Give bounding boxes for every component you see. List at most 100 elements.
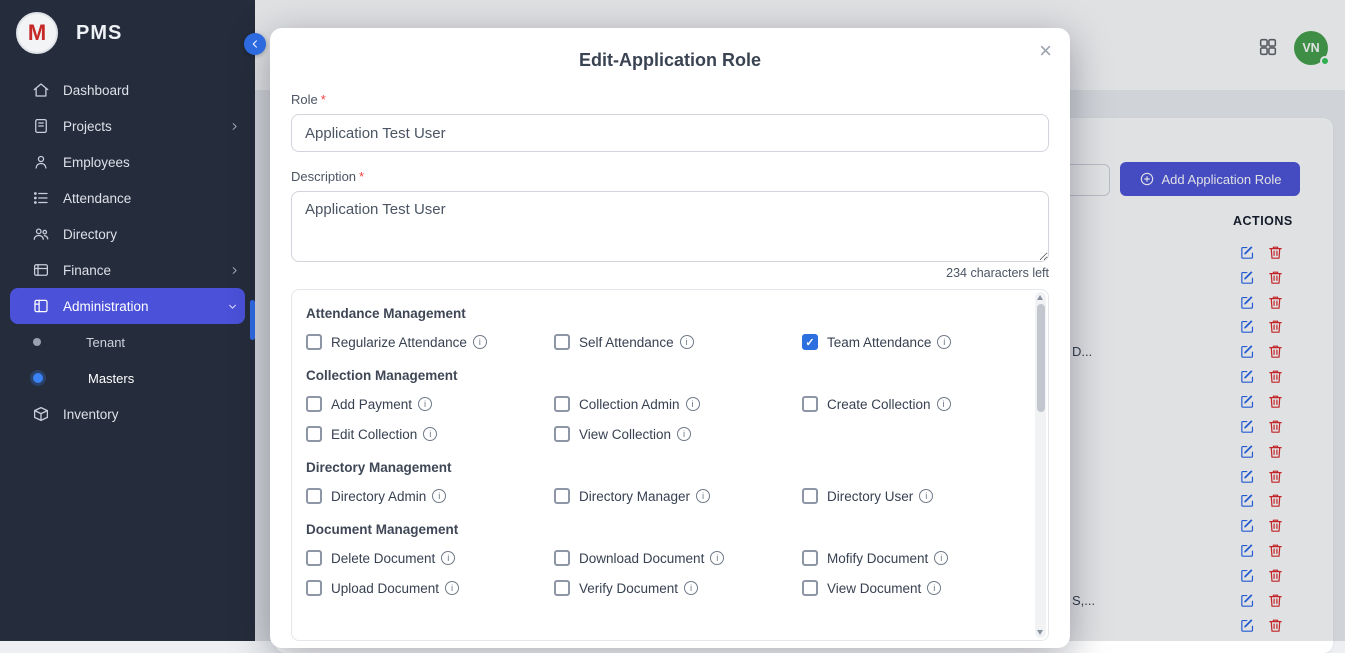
sidebar-item-directory[interactable]: Directory	[0, 216, 255, 252]
permission-item-delete-document[interactable]: Delete Documenti	[306, 550, 554, 566]
permission-label: Add Payment	[331, 397, 412, 412]
permission-group: Document Management Delete DocumentiDownl…	[306, 522, 1018, 596]
info-icon[interactable]: i	[445, 581, 459, 595]
sidebar-item-inventory[interactable]: Inventory	[0, 396, 255, 432]
permission-group: Collection ManagementAdd PaymentiCollect…	[306, 368, 1018, 442]
checkbox-icon[interactable]	[306, 426, 322, 442]
permission-group: Attendance ManagementRegularize Attendan…	[306, 306, 1018, 350]
sidebar-subitem-tenant[interactable]: Tenant	[0, 324, 255, 360]
info-icon[interactable]: i	[696, 489, 710, 503]
info-icon[interactable]: i	[473, 335, 487, 349]
info-icon[interactable]: i	[441, 551, 455, 565]
permission-group: Directory ManagementDirectory AdminiDire…	[306, 460, 1018, 504]
sidebar-item-attendance[interactable]: Attendance	[0, 180, 255, 216]
attendance-icon	[32, 189, 50, 207]
checkbox-icon[interactable]	[802, 580, 818, 596]
sidebar-item-label: Projects	[63, 119, 112, 134]
permission-item-create-collection[interactable]: Create Collectioni	[802, 396, 1049, 412]
info-icon[interactable]: i	[937, 397, 951, 411]
permission-item-regularize-attendance[interactable]: Regularize Attendance i	[306, 334, 554, 350]
scroll-up-arrow-icon[interactable]	[1037, 295, 1043, 300]
checkbox-icon[interactable]	[554, 488, 570, 504]
info-icon[interactable]: i	[684, 581, 698, 595]
sidebar-subitem-label: Tenant	[86, 335, 125, 350]
info-icon[interactable]: i	[677, 427, 691, 441]
sidebar-item-administration[interactable]: Administration	[10, 288, 245, 324]
checkbox-icon[interactable]	[306, 488, 322, 504]
info-icon[interactable]: i	[418, 397, 432, 411]
checkbox-icon[interactable]	[554, 426, 570, 442]
info-icon[interactable]: i	[710, 551, 724, 565]
description-label: Description*	[291, 169, 1049, 184]
permissions-list: Attendance ManagementRegularize Attendan…	[292, 290, 1048, 630]
finance-icon	[32, 261, 50, 279]
sidebar-item-label: Employees	[63, 155, 130, 170]
chevron-right-icon	[228, 120, 241, 133]
permission-item-mofify-document[interactable]: Mofify Documenti	[802, 550, 1049, 566]
app-logo-row: M PMS	[0, 0, 255, 66]
sidebar-collapse-button[interactable]	[244, 33, 266, 55]
checkbox-icon[interactable]	[554, 334, 570, 350]
checkbox-icon[interactable]	[306, 334, 322, 350]
checkbox-icon[interactable]	[554, 396, 570, 412]
sidebar-nav: Dashboard Projects Employees Attendance Dire…	[0, 66, 255, 432]
sidebar-item-finance[interactable]: Finance	[0, 252, 255, 288]
scrollbar-thumb[interactable]	[1037, 304, 1045, 412]
permission-item-add-payment[interactable]: Add Payment i	[306, 396, 554, 412]
sidebar-subitem-masters[interactable]: Masters	[0, 360, 255, 396]
checkbox-icon[interactable]	[802, 488, 818, 504]
role-input[interactable]	[291, 114, 1049, 152]
permission-item-directory-manager[interactable]: Directory Manager i	[554, 488, 802, 504]
sidebar-subitem-label: Masters	[88, 371, 134, 386]
checkbox-icon[interactable]	[554, 580, 570, 596]
app-logo-letter: M	[28, 20, 46, 46]
permission-label: View Document	[827, 581, 921, 596]
permission-item-view-document[interactable]: View Document i	[802, 580, 1049, 596]
permission-item-collection-admin[interactable]: Collection Admini	[554, 396, 802, 412]
info-icon[interactable]: i	[432, 489, 446, 503]
close-icon[interactable]: ×	[1039, 40, 1052, 62]
info-icon[interactable]: i	[686, 397, 700, 411]
description-textarea[interactable]: Application Test User	[291, 191, 1049, 262]
characters-left-counter: 234 characters left	[291, 266, 1049, 280]
checkbox-icon[interactable]	[306, 396, 322, 412]
info-icon[interactable]: i	[423, 427, 437, 441]
info-icon[interactable]: i	[934, 551, 948, 565]
modal-title: Edit-Application Role	[579, 50, 761, 71]
checkbox-icon[interactable]: ✓	[802, 334, 818, 350]
checkbox-icon[interactable]	[554, 550, 570, 566]
permission-label: Regularize Attendance	[331, 335, 467, 350]
sidebar-item-employees[interactable]: Employees	[0, 144, 255, 180]
permission-item-upload-document[interactable]: Upload Documenti	[306, 580, 554, 596]
info-icon[interactable]: i	[937, 335, 951, 349]
permission-item-directory-admin[interactable]: Directory Admin i	[306, 488, 554, 504]
permission-label: Directory Admin	[331, 489, 426, 504]
permission-group-title: Document Management	[306, 522, 1018, 537]
checkbox-icon[interactable]	[306, 580, 322, 596]
permission-item-view-collection[interactable]: View Collectioni	[554, 426, 802, 442]
permission-label: Edit Collection	[331, 427, 417, 442]
sidebar-item-label: Attendance	[63, 191, 131, 206]
info-icon[interactable]: i	[927, 581, 941, 595]
permission-item-edit-collection[interactable]: Edit Collection i	[306, 426, 554, 442]
directory-icon	[32, 225, 50, 243]
sidebar-item-dashboard[interactable]: Dashboard	[0, 72, 255, 108]
scroll-down-arrow-icon[interactable]	[1037, 630, 1043, 635]
permission-item-download-document[interactable]: Download Documenti	[554, 550, 802, 566]
permission-item-directory-user[interactable]: Directory Useri	[802, 488, 1049, 504]
info-icon[interactable]: i	[680, 335, 694, 349]
permission-item-team-attendance[interactable]: ✓Team Attendancei	[802, 334, 1049, 350]
permission-label: Directory Manager	[579, 489, 690, 504]
checkbox-icon[interactable]	[802, 550, 818, 566]
checkbox-icon[interactable]	[306, 550, 322, 566]
sidebar-item-projects[interactable]: Projects	[0, 108, 255, 144]
permission-item-self-attendance[interactable]: Self Attendancei	[554, 334, 802, 350]
home-icon	[32, 81, 50, 99]
permissions-scrollbar[interactable]	[1035, 292, 1046, 638]
role-label: Role*	[291, 92, 1049, 107]
bullet-icon	[33, 373, 43, 383]
info-icon[interactable]: i	[919, 489, 933, 503]
required-asterisk: *	[359, 169, 364, 184]
checkbox-icon[interactable]	[802, 396, 818, 412]
permission-item-verify-document[interactable]: Verify Documenti	[554, 580, 802, 596]
